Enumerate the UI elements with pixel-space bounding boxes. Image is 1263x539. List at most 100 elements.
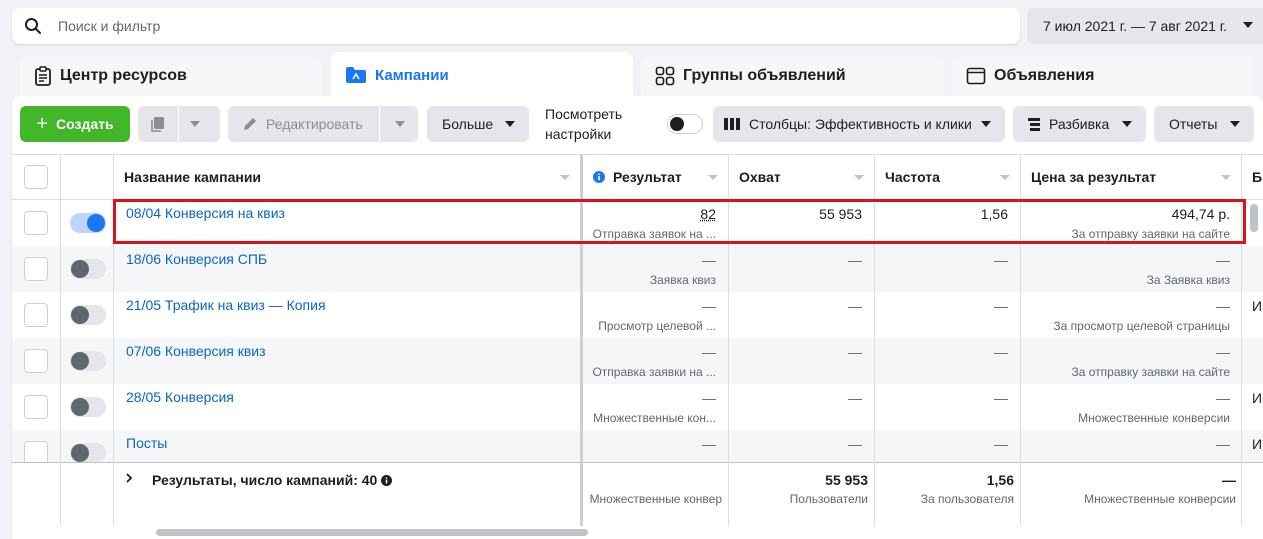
breakdown-label: Разбивка — [1049, 116, 1110, 132]
frequency-value: — — [994, 390, 1008, 406]
reach-value: — — [848, 252, 862, 268]
row-checkbox[interactable] — [24, 257, 48, 281]
campaign-toggle[interactable] — [70, 351, 106, 371]
result-sub: Просмотр целевой ... — [598, 319, 716, 333]
totals-label: Результаты, число кампаний: 40 — [152, 472, 393, 488]
clipboard-icon — [35, 66, 51, 86]
plus-icon: + — [36, 113, 49, 135]
result-value: — — [702, 252, 716, 268]
campaign-toggle[interactable] — [70, 259, 106, 279]
view-settings-toggle[interactable] — [667, 114, 703, 134]
sort-icon — [1221, 175, 1231, 180]
tab-label: Объявления — [994, 67, 1095, 84]
campaign-toggle[interactable] — [70, 305, 106, 325]
campaign-name-link[interactable]: Посты — [126, 435, 167, 451]
date-range-picker[interactable]: 7 июл 2021 г. — 7 авг 2021 г. — [1027, 8, 1263, 44]
vertical-scrollbar[interactable] — [1250, 204, 1258, 232]
row-checkbox[interactable] — [24, 211, 48, 235]
tab-label: Группы объявлений — [683, 67, 846, 84]
cost-sub: За просмотр целевой страницы — [1053, 319, 1230, 333]
campaign-toggle[interactable] — [70, 443, 106, 462]
select-all-checkbox[interactable] — [24, 165, 48, 189]
grid-icon — [655, 66, 675, 86]
row-checkbox[interactable] — [24, 395, 48, 419]
extra-value: И — [1252, 436, 1263, 452]
result-value: — — [702, 436, 716, 452]
chevron-down-icon[interactable] — [394, 121, 405, 127]
edit-button[interactable]: Редактировать — [228, 106, 418, 142]
reports-button[interactable]: Отчеты — [1154, 106, 1254, 142]
tab-resource-center[interactable]: Центр ресурсов — [20, 56, 322, 96]
campaign-toggle[interactable] — [70, 213, 106, 233]
tab-label: Кампании — [375, 66, 449, 84]
chevron-down-icon — [505, 121, 515, 127]
chevron-down-icon[interactable] — [190, 121, 200, 127]
column-header-result[interactable]: Результат — [593, 156, 728, 198]
search-input[interactable]: Поиск и фильтр — [58, 18, 160, 34]
chevron-down-icon — [1122, 121, 1132, 127]
create-button[interactable]: + Создать — [20, 106, 130, 142]
extra-value: И — [1252, 298, 1263, 314]
duplicate-button[interactable] — [138, 106, 220, 142]
chevron-down-icon — [1230, 121, 1240, 127]
reach-value: — — [848, 436, 862, 452]
column-header-cost[interactable]: Цена за результат — [1031, 156, 1241, 198]
cost-value: — — [1216, 252, 1230, 268]
more-button[interactable]: Больше — [427, 106, 529, 142]
window-icon — [966, 67, 986, 85]
row-checkbox[interactable] — [24, 349, 48, 373]
columns-label: Столбцы: Эффективность и клики — [749, 116, 972, 132]
tab-ads[interactable]: Объявления — [952, 56, 1253, 96]
edit-label: Редактировать — [266, 116, 363, 132]
frequency-value: — — [994, 344, 1008, 360]
campaign-name-link[interactable]: 18/06 Конверсия СПБ — [126, 251, 267, 267]
search-bar[interactable]: Поиск и фильтр — [12, 8, 1020, 44]
chevron-down-icon — [981, 121, 991, 127]
campaign-name-link[interactable]: 07/06 Конверсия квиз — [126, 343, 266, 359]
result-value: — — [702, 344, 716, 360]
search-icon — [25, 18, 41, 34]
totals-cost-sub: Множественные конверсии — [1084, 492, 1236, 506]
result-sub: Заявка квиз — [649, 273, 716, 287]
more-label: Больше — [442, 116, 494, 132]
cost-sub: Множественные конверсии — [1078, 411, 1230, 425]
result-value: — — [702, 390, 716, 406]
tab-campaigns[interactable]: Кампании — [331, 52, 633, 98]
cost-value: — — [1216, 390, 1230, 406]
reach-value: — — [848, 344, 862, 360]
highlight-frame — [113, 199, 1246, 244]
horizontal-scrollbar[interactable] — [156, 529, 588, 536]
cost-sub: За отправку заявки на сайте — [1071, 365, 1230, 379]
totals-reach: 55 953 — [825, 472, 868, 488]
extra-value: И — [1252, 390, 1263, 406]
copy-icon — [151, 117, 164, 132]
reports-label: Отчеты — [1169, 116, 1218, 132]
totals-result-sub: Множественные конвер — [589, 492, 722, 506]
cost-value: — — [1216, 344, 1230, 360]
campaign-name-link[interactable]: 28/05 Конверсия — [126, 389, 234, 405]
campaign-toggle[interactable] — [70, 397, 106, 417]
sort-icon — [854, 175, 864, 180]
column-header-reach[interactable]: Охват — [739, 156, 874, 198]
column-header-extra[interactable]: Б — [1252, 156, 1263, 198]
result-value: — — [702, 298, 716, 314]
campaign-name-link[interactable]: 21/05 Трафик на квиз — Копия — [126, 297, 326, 313]
totals-cost: — — [1222, 472, 1236, 488]
tab-ad-groups[interactable]: Группы объявлений — [641, 56, 944, 96]
info-icon — [593, 171, 605, 183]
sort-icon — [560, 175, 570, 180]
chevron-down-icon — [1243, 22, 1253, 28]
column-header-name[interactable]: Название кампании — [124, 156, 580, 198]
cost-value: — — [1216, 298, 1230, 314]
totals-reach-sub: Пользователи — [789, 492, 868, 506]
columns-icon — [724, 118, 740, 130]
breakdown-button[interactable]: Разбивка — [1013, 106, 1146, 142]
row-checkbox[interactable] — [24, 441, 48, 462]
totals-expand-icon[interactable] — [124, 472, 134, 484]
columns-button[interactable]: Столбцы: Эффективность и клики — [713, 106, 1005, 142]
row-checkbox[interactable] — [24, 303, 48, 327]
info-icon — [381, 474, 393, 486]
sort-icon — [708, 175, 718, 180]
reach-value: — — [848, 298, 862, 314]
column-header-frequency[interactable]: Частота — [885, 156, 1020, 198]
